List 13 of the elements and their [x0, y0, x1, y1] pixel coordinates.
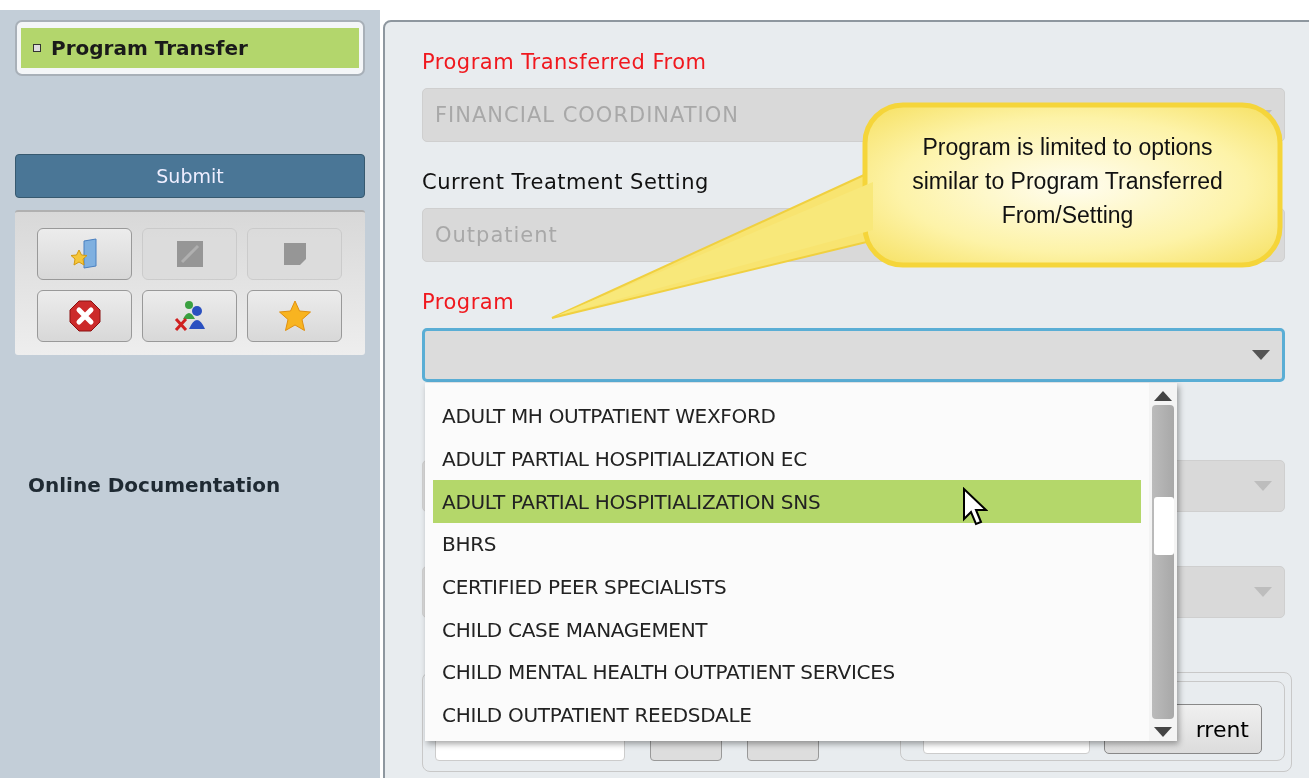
submit-button[interactable]: Submit [15, 154, 365, 198]
field-label: Program Transferred From [422, 50, 707, 76]
online-documentation-link[interactable]: Online Documentation [28, 473, 281, 497]
nav-item[interactable]: Program Transfer [21, 28, 359, 68]
dropdown-option[interactable]: CHILD CASE MANAGEMENT [433, 608, 1141, 652]
field-label: Program [422, 290, 515, 316]
field-label: Current Treatment Setting [422, 170, 709, 196]
dropdown-option[interactable]: BHRS [433, 523, 1141, 566]
dropdown-option[interactable]: CERTIFIED PEER SPECIALISTS [433, 565, 1141, 609]
dropdown-option[interactable]: CHILD MENTAL HEALTH OUTPATIENT SERVICES [433, 651, 1141, 694]
dropdown-option[interactable]: ADULT PARTIAL HOSPITIALIZATION EC [433, 437, 1141, 481]
dropdown-option[interactable]: ADULT MH OUTPATIENT WEXFORD [433, 395, 1141, 438]
dropdown-option[interactable]: ADULT PARTIAL HOSPITIALIZATION SNS [433, 480, 1141, 524]
